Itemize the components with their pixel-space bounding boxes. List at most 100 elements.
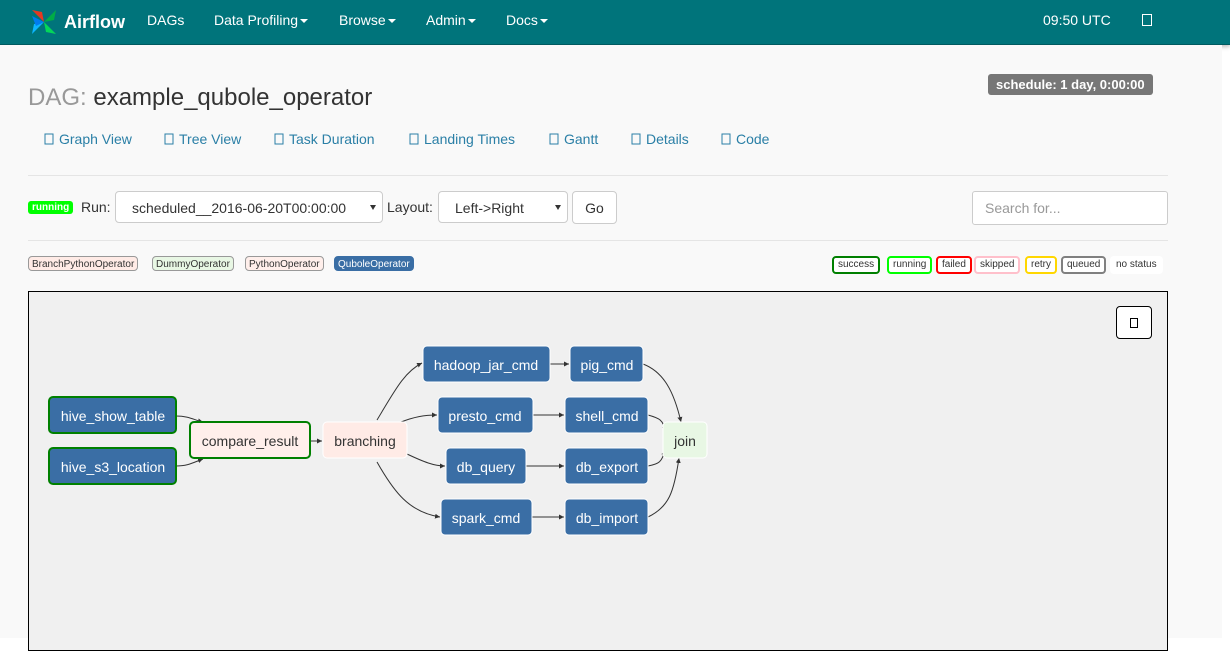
svg-text:hadoop_jar_cmd: hadoop_jar_cmd: [434, 357, 538, 373]
tab-task-duration[interactable]: Task Duration: [274, 131, 375, 147]
tab-graph-view-label: Graph View: [59, 131, 132, 147]
duration-icon: [274, 133, 284, 145]
svg-text:compare_result: compare_result: [202, 433, 299, 449]
task-node-db-query[interactable]: db_query: [445, 447, 527, 485]
schedule-badge: schedule: 1 day, 0:00:00: [988, 74, 1153, 95]
nav-data-profiling[interactable]: Data Profiling: [214, 0, 309, 44]
chevron-down-icon: [555, 205, 561, 210]
nav-docs-label: Docs: [506, 12, 538, 28]
nav-dags[interactable]: DAGs: [147, 0, 184, 44]
user-icon: [1142, 14, 1152, 26]
svg-text:db_export: db_export: [576, 459, 638, 475]
airflow-logo-icon: [32, 10, 56, 34]
nav-admin-label: Admin: [426, 12, 466, 28]
svg-text:spark_cmd: spark_cmd: [452, 510, 520, 526]
edge: [400, 412, 438, 423]
task-node-compare-result[interactable]: compare_result: [189, 421, 311, 459]
task-node-branching[interactable]: branching: [322, 421, 408, 459]
svg-text:hive_s3_location: hive_s3_location: [61, 459, 165, 475]
task-node-spark-cmd[interactable]: spark_cmd: [440, 498, 533, 536]
caret-down-icon: [300, 19, 309, 24]
tab-code[interactable]: Code: [721, 131, 769, 147]
legend-retry: retry: [1025, 256, 1057, 274]
svg-text:db_import: db_import: [576, 510, 638, 526]
legend-no-status: no status: [1110, 256, 1163, 274]
tab-gantt[interactable]: Gantt: [549, 131, 598, 147]
user-menu[interactable]: [1142, 0, 1152, 44]
task-node-pig-cmd[interactable]: pig_cmd: [569, 345, 644, 383]
svg-text:branching: branching: [334, 433, 396, 449]
svg-text:presto_cmd: presto_cmd: [448, 408, 521, 424]
legend-queued: queued: [1061, 256, 1107, 274]
legend-running: running: [887, 256, 933, 274]
chevron-down-icon: [370, 205, 376, 210]
task-node-hadoop-jar-cmd[interactable]: hadoop_jar_cmd: [422, 345, 551, 383]
refresh-button[interactable]: [1116, 306, 1152, 339]
tab-graph-view[interactable]: Graph View: [44, 131, 132, 147]
dag-graph-canvas[interactable]: hive_show_table hive_s3_location compare…: [28, 291, 1168, 651]
dag-label: DAG:: [28, 84, 87, 111]
caret-down-icon: [387, 19, 396, 24]
brand-name: Airflow: [64, 11, 125, 32]
layout-select-value: Left->Right: [455, 200, 524, 216]
tab-details-label: Details: [646, 131, 689, 147]
svg-text:shell_cmd: shell_cmd: [575, 408, 638, 424]
dag-graph-svg: hive_show_table hive_s3_location compare…: [48, 345, 708, 536]
task-node-presto-cmd[interactable]: presto_cmd: [437, 396, 534, 434]
page-title: DAG: example_qubole_operator: [28, 84, 372, 112]
utc-clock: 09:50 UTC: [1043, 12, 1111, 28]
refresh-icon: [1130, 317, 1138, 328]
nav-browse[interactable]: Browse: [339, 0, 396, 44]
caret-down-icon: [539, 19, 548, 24]
edge: [647, 449, 667, 467]
operator-chip-python: PythonOperator: [245, 256, 324, 271]
legend-skipped: skipped: [974, 256, 1021, 274]
divider: [28, 240, 1168, 241]
nav-browse-label: Browse: [339, 12, 386, 28]
task-node-db-export[interactable]: db_export: [564, 447, 649, 485]
layout-select[interactable]: Left->Right: [438, 191, 568, 223]
edge: [376, 461, 441, 519]
task-node-db-import[interactable]: db_import: [564, 498, 649, 536]
details-icon: [631, 133, 641, 145]
go-button[interactable]: Go: [572, 191, 617, 224]
svg-text:hive_show_table: hive_show_table: [61, 408, 166, 424]
tree-icon: [164, 133, 174, 145]
code-icon: [721, 133, 731, 145]
task-node-hive-s3-location[interactable]: hive_s3_location: [48, 447, 177, 485]
divider: [28, 175, 1168, 176]
tab-gantt-label: Gantt: [564, 131, 599, 147]
search-input[interactable]: [972, 191, 1168, 225]
tab-details[interactable]: Details: [631, 131, 689, 147]
run-label: Run:: [81, 199, 111, 215]
nav-docs[interactable]: Docs: [506, 0, 548, 44]
dag-name: example_qubole_operator: [93, 84, 373, 111]
legend-success: success: [832, 256, 881, 274]
nav-dags-label: DAGs: [147, 12, 185, 28]
tab-landing-times-label: Landing Times: [424, 131, 516, 147]
task-node-hive-show-table[interactable]: hive_show_table: [48, 396, 177, 434]
svg-text:pig_cmd: pig_cmd: [581, 357, 634, 373]
tab-code-label: Code: [736, 131, 770, 147]
brand[interactable]: Airflow: [28, 4, 125, 40]
edge: [406, 453, 446, 469]
nav-admin[interactable]: Admin: [426, 0, 476, 44]
run-select[interactable]: scheduled__2016-06-20T00:00:00: [115, 191, 383, 223]
top-navbar: Airflow DAGs Data Profiling Browse Admin…: [0, 0, 1230, 45]
edge: [647, 414, 668, 433]
tab-landing-times[interactable]: Landing Times: [409, 131, 515, 147]
task-node-join[interactable]: join: [662, 421, 708, 459]
task-node-shell-cmd[interactable]: shell_cmd: [564, 396, 649, 434]
edge: [642, 363, 683, 423]
layout-label: Layout:: [387, 199, 433, 215]
svg-text:db_query: db_query: [457, 459, 515, 475]
operator-chip-branchpython: BranchPythonOperator: [28, 256, 139, 271]
legend-failed: failed: [936, 256, 972, 274]
edge: [376, 362, 423, 421]
graph-icon: [44, 133, 54, 145]
tab-task-duration-label: Task Duration: [289, 131, 375, 147]
tab-tree-view[interactable]: Tree View: [164, 131, 241, 147]
run-select-value: scheduled__2016-06-20T00:00:00: [132, 200, 347, 216]
gantt-icon: [549, 133, 559, 145]
caret-down-icon: [467, 19, 476, 24]
